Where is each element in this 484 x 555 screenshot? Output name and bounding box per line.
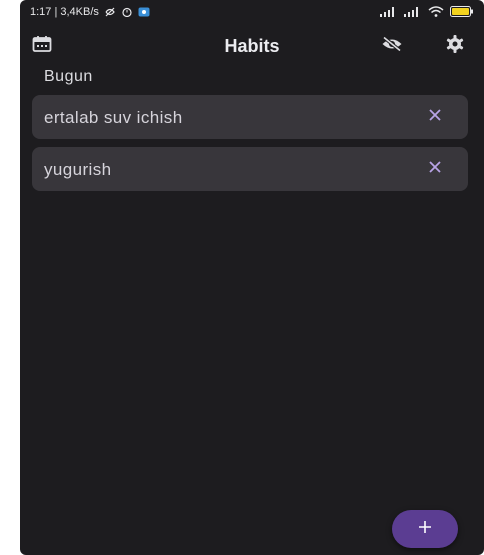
signal-icon [380,6,398,20]
habit-label: yugurish [44,160,112,179]
app-bar: Habits [20,26,484,66]
remove-habit-button[interactable] [426,160,444,178]
close-icon [428,108,442,127]
status-bar: 1:17 | 3,4KB/s [20,0,484,24]
section-title: Bugun [44,68,93,85]
habit-card[interactable]: ertalab suv ichish [32,95,468,139]
page-title: Habits [224,36,280,56]
settings-icon [445,34,465,59]
habit-card[interactable]: yugurish [32,147,468,191]
signal-icon [404,6,422,20]
close-icon [428,160,442,179]
add-habit-button[interactable] [392,510,458,548]
add-icon [417,519,433,540]
settings-button[interactable] [443,34,467,58]
hidden-sync-icon [104,7,116,17]
battery-icon [450,6,474,20]
habit-label: ertalab suv ichish [44,108,183,127]
status-right [380,6,474,20]
app-screen: 1:17 | 3,4KB/s Habits Bugun ertalab suv … [20,0,484,555]
alarm-icon [121,7,133,18]
toggle-visibility-button[interactable] [380,34,404,58]
remove-habit-button[interactable] [426,108,444,126]
wifi-icon [428,6,444,20]
status-left: 1:17 | 3,4KB/s [30,6,150,18]
status-time-speed: 1:17 | 3,4KB/s [30,6,99,18]
visibility-off-icon [381,35,403,57]
app-notification-icon [138,7,150,17]
